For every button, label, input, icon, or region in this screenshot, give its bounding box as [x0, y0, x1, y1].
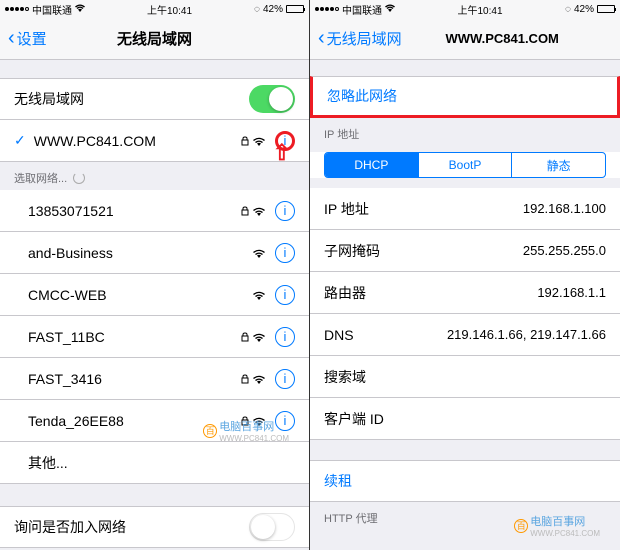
page-title: 无线局域网	[117, 28, 192, 49]
info-button[interactable]: i	[275, 243, 295, 263]
wifi-icon	[75, 4, 85, 15]
network-row[interactable]: 13853071521 i	[0, 190, 309, 232]
page-title: WWW.PC841.COM	[445, 31, 558, 46]
watermark: 百 电脑百事网WWW.PC841.COM	[514, 513, 600, 538]
forget-network-label: 忽略此网络	[327, 86, 603, 106]
ip-row: IP 地址 192.168.1.100	[310, 188, 620, 230]
network-row[interactable]: FAST_3416 i	[0, 358, 309, 400]
carrier-label: 中国联通	[342, 2, 382, 17]
battery-pct: 42%	[263, 4, 283, 15]
lock-icon	[241, 329, 249, 345]
choose-network-header: 选取网络...	[0, 162, 309, 190]
forget-network-row[interactable]: 忽略此网络	[310, 76, 620, 118]
wifi-icon	[253, 287, 265, 303]
time-label: 上午10:41	[147, 2, 192, 17]
network-row[interactable]: FAST_11BC i	[0, 316, 309, 358]
checkmark-icon: ✓	[14, 132, 26, 149]
back-label: 无线局域网	[327, 28, 402, 49]
wlan-toggle-row: 无线局域网	[0, 78, 309, 120]
info-button[interactable]: i	[275, 285, 295, 305]
subnet-row: 子网掩码 255.255.255.0	[310, 230, 620, 272]
time-label: 上午10:41	[458, 2, 503, 17]
wifi-icon	[253, 245, 265, 261]
network-row[interactable]: and-Business i	[0, 232, 309, 274]
chevron-left-icon: ‹	[318, 27, 325, 50]
wifi-icon	[253, 371, 265, 387]
lock-icon	[241, 203, 249, 219]
status-bar: 中国联通 上午10:41 ◌ 42%	[0, 0, 309, 18]
wlan-toggle[interactable]	[249, 85, 295, 113]
ask-join-toggle[interactable]	[249, 513, 295, 541]
spinner-icon	[73, 172, 85, 184]
search-domain-row[interactable]: 搜索域	[310, 356, 620, 398]
wifi-icon	[385, 4, 395, 15]
tab-dhcp[interactable]: DHCP	[325, 153, 419, 177]
annotation-arrow: ⇧	[273, 140, 291, 166]
tab-static[interactable]: 静态	[512, 153, 605, 177]
battery-icon	[597, 5, 615, 13]
back-button[interactable]: ‹ 设置	[8, 27, 47, 50]
battery-icon	[286, 5, 304, 13]
connected-network-row[interactable]: ✓ WWW.PC841.COM i	[0, 120, 309, 162]
dns-row[interactable]: DNS 219.146.1.66, 219.147.1.66	[310, 314, 620, 356]
ask-join-row: 询问是否加入网络	[0, 506, 309, 548]
network-row[interactable]: CMCC-WEB i	[0, 274, 309, 316]
back-button[interactable]: ‹ 无线局域网	[318, 27, 402, 50]
client-id-row[interactable]: 客户端 ID	[310, 398, 620, 440]
ip-section-header: IP 地址	[310, 118, 620, 146]
wifi-icon	[253, 329, 265, 345]
other-network-row[interactable]: 其他...	[0, 442, 309, 484]
info-button[interactable]: i	[275, 369, 295, 389]
router-row: 路由器 192.168.1.1	[310, 272, 620, 314]
chevron-left-icon: ‹	[8, 27, 15, 50]
ip-mode-tabs: DHCP BootP 静态	[324, 152, 606, 178]
nav-bar: ‹ 设置 无线局域网	[0, 18, 309, 60]
carrier-label: 中国联通	[32, 2, 72, 17]
battery-pct: 42%	[574, 4, 594, 15]
renew-lease-row[interactable]: 续租	[310, 460, 620, 502]
watermark: 百 电脑百事网WWW.PC841.COM	[203, 418, 289, 443]
nav-bar: ‹ 无线局域网 WWW.PC841.COM	[310, 18, 620, 60]
lock-icon	[241, 133, 249, 149]
back-label: 设置	[17, 28, 47, 49]
network-name: WWW.PC841.COM	[34, 133, 241, 149]
wlan-label: 无线局域网	[14, 89, 249, 109]
info-button[interactable]: i	[275, 201, 295, 221]
status-bar: 中国联通 上午10:41 ◌ 42%	[310, 0, 620, 18]
loading-icon: ◌	[254, 4, 260, 15]
tab-bootp[interactable]: BootP	[419, 153, 513, 177]
wifi-icon	[253, 133, 265, 149]
lock-icon	[241, 371, 249, 387]
info-button[interactable]: i	[275, 327, 295, 347]
loading-icon: ◌	[565, 4, 571, 15]
wifi-icon	[253, 203, 265, 219]
